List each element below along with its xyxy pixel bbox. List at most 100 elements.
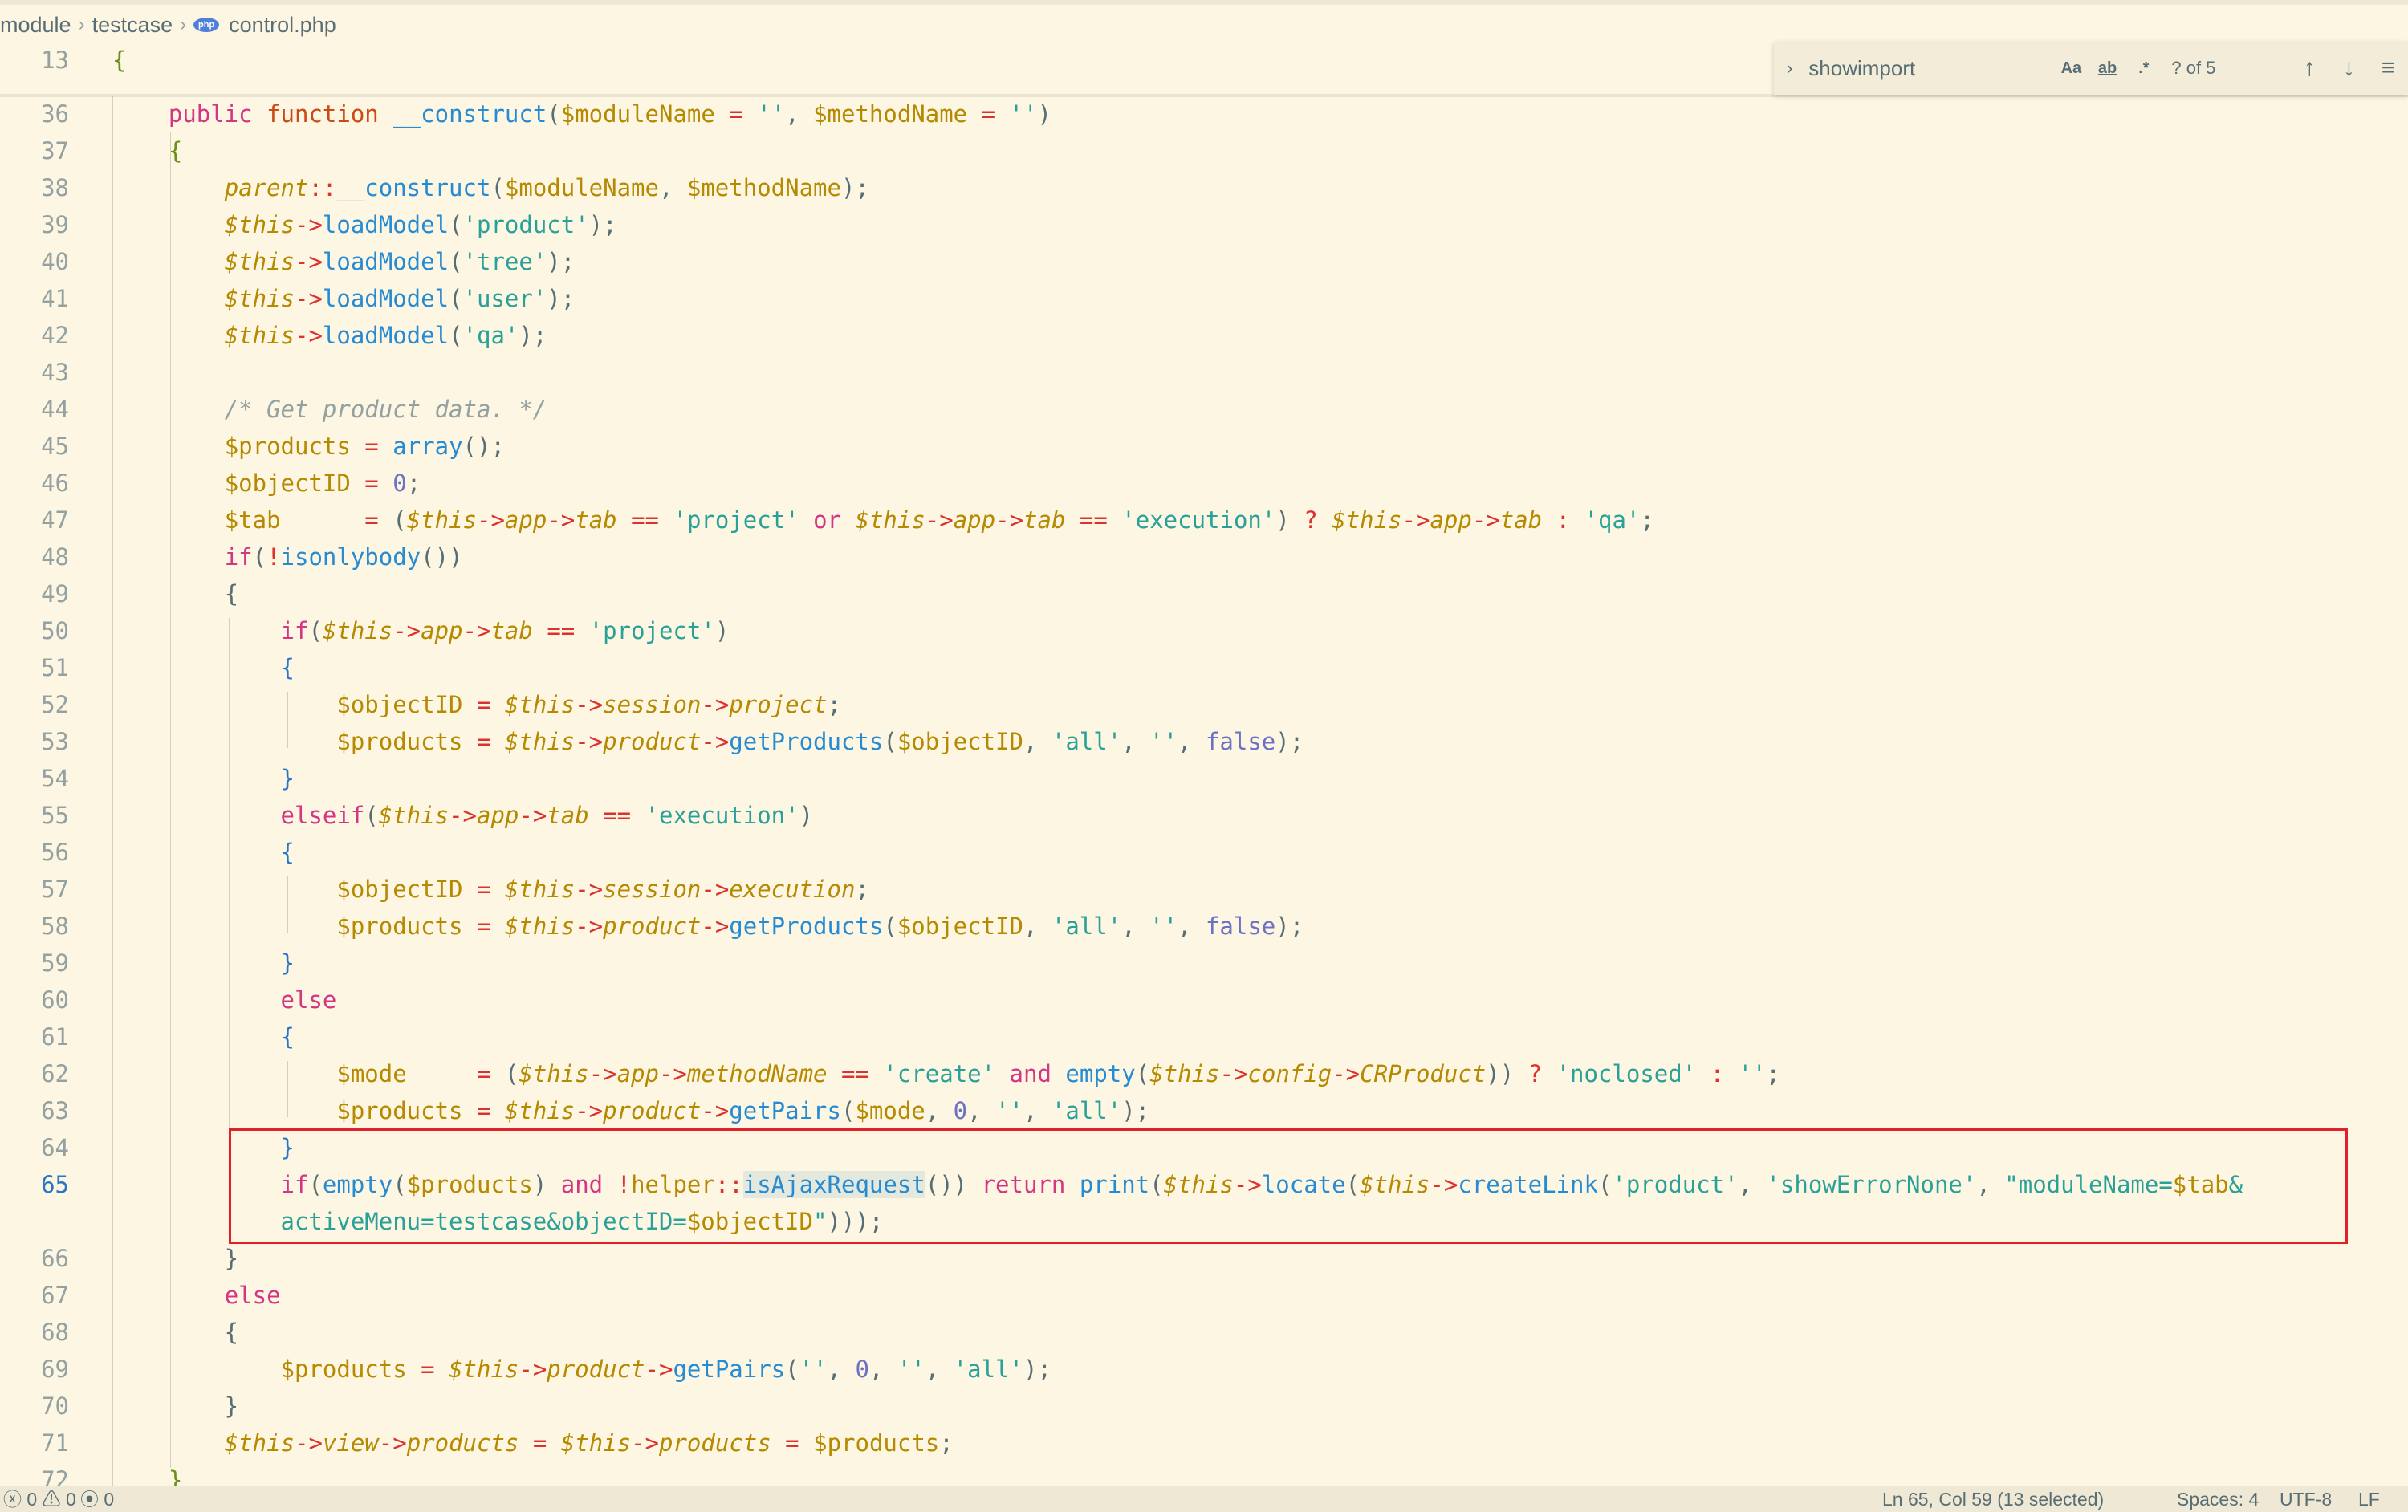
- code-editor[interactable]: 13 {36 public function __construct($modul…: [0, 0, 2408, 1494]
- find-in-selection-icon[interactable]: ≡: [2369, 55, 2408, 82]
- line-number: 54: [41, 765, 69, 792]
- line-number: 57: [41, 876, 69, 903]
- match-case-button[interactable]: Aa: [2053, 59, 2089, 78]
- arrow-up-icon[interactable]: ↑: [2290, 55, 2329, 82]
- code-line[interactable]: 64 }: [0, 1129, 2408, 1166]
- code-text: $objectID = $this->session->project;: [336, 691, 841, 718]
- code-text: {: [280, 839, 295, 866]
- code-line[interactable]: 46 $objectID = 0;: [0, 465, 2408, 502]
- line-number: 40: [41, 248, 69, 275]
- chevron-right-icon: ›: [180, 14, 187, 35]
- line-number: 50: [41, 617, 69, 644]
- code-line[interactable]: 49 {: [0, 575, 2408, 612]
- line-number: 62: [41, 1060, 69, 1087]
- line-number: 42: [41, 322, 69, 349]
- line-number: 38: [41, 174, 69, 201]
- code-text: {: [112, 1319, 239, 1346]
- code-line[interactable]: 41 $this->loadModel('user');: [0, 280, 2408, 317]
- broadcast-icon: ⦿: [80, 1489, 99, 1510]
- code-line[interactable]: 61 {: [0, 1018, 2408, 1055]
- code-text: }: [112, 1392, 239, 1420]
- line-number: 52: [41, 691, 69, 718]
- line-number: 39: [41, 211, 69, 238]
- toggle-replace-chevron-icon[interactable]: ›: [1774, 58, 1805, 79]
- encoding[interactable]: UTF-8: [2280, 1486, 2332, 1512]
- code-text: if(empty($products) and !helper::isAjaxR…: [280, 1171, 2243, 1198]
- line-number: 60: [41, 986, 69, 1014]
- cursor-position[interactable]: Ln 65, Col 59 (13 selected): [1882, 1486, 2104, 1512]
- code-line[interactable]: 55 elseif($this->app->tab == 'execution'…: [0, 797, 2408, 834]
- code-text: {: [280, 1023, 295, 1051]
- line-number: 66: [41, 1245, 69, 1272]
- errors-indicator[interactable]: ⓧ 0 ⚠ 0: [3, 1486, 76, 1512]
- code-line[interactable]: 70 }: [0, 1388, 2408, 1425]
- breadcrumb-testcase[interactable]: testcase: [92, 13, 173, 38]
- find-input[interactable]: showimport: [1805, 51, 2053, 86]
- code-line[interactable]: 58 $products = $this->product->getProduc…: [0, 908, 2408, 945]
- code-line[interactable]: 39 $this->loadModel('product');: [0, 206, 2408, 243]
- line-number: 45: [41, 433, 69, 460]
- line-number: 64: [41, 1134, 69, 1161]
- arrow-down-icon[interactable]: ↓: [2329, 55, 2369, 82]
- code-line[interactable]: 50 if($this->app->tab == 'project'): [0, 612, 2408, 649]
- warning-count: 0: [65, 1489, 76, 1510]
- line-number: 59: [41, 949, 69, 977]
- code-line[interactable]: 65 if(empty($products) and !helper::isAj…: [0, 1166, 2408, 1203]
- code-line[interactable]: 63 $products = $this->product->getPairs(…: [0, 1092, 2408, 1129]
- code-line[interactable]: 60 else: [0, 982, 2408, 1018]
- line-ending[interactable]: LF: [2358, 1486, 2380, 1512]
- code-text: if(!isonlybody()): [224, 543, 463, 571]
- code-line[interactable]: 66 }: [0, 1240, 2408, 1277]
- code-text: $this->loadModel('qa');: [224, 322, 547, 349]
- indent-guide: [112, 96, 113, 1488]
- code-line[interactable]: 45 $products = array();: [0, 428, 2408, 465]
- code-line[interactable]: 68 {: [0, 1314, 2408, 1351]
- code-line[interactable]: 38 parent::__construct($moduleName, $met…: [0, 169, 2408, 206]
- code-text: $mode = ($this->app->methodName == 'crea…: [336, 1060, 1780, 1087]
- code-line[interactable]: 47 $tab = ($this->app->tab == 'project' …: [0, 502, 2408, 539]
- code-text: $this->loadModel('tree');: [224, 248, 576, 275]
- code-text: $products = array();: [224, 433, 505, 460]
- code-line[interactable]: 71 $this->view->products = $this->produc…: [0, 1425, 2408, 1461]
- line-number: 68: [41, 1319, 69, 1346]
- code-text: {: [280, 654, 295, 681]
- code-line[interactable]: 40 $this->loadModel('tree');: [0, 243, 2408, 280]
- code-line[interactable]: 57 $objectID = $this->session->execution…: [0, 871, 2408, 908]
- error-icon: ⓧ: [3, 1489, 22, 1510]
- code-text: else: [280, 986, 337, 1014]
- code-line[interactable]: 44 /* Get product data. */: [0, 391, 2408, 428]
- line-number: 13: [41, 47, 69, 74]
- line-number: 47: [41, 506, 69, 534]
- code-line[interactable]: 53 $products = $this->product->getProduc…: [0, 723, 2408, 760]
- ports-indicator[interactable]: ⦿ 0: [80, 1486, 114, 1512]
- breadcrumb: module › testcase › php control.php: [0, 10, 336, 40]
- code-line[interactable]: 42 $this->loadModel('qa');: [0, 317, 2408, 354]
- code-text: public function __construct($moduleName …: [168, 100, 1051, 128]
- code-line[interactable]: 36 public function __construct($moduleNa…: [0, 96, 2408, 132]
- line-number: 69: [41, 1356, 69, 1383]
- code-text: {: [112, 47, 127, 74]
- code-line[interactable]: 69 $products = $this->product->getPairs(…: [0, 1351, 2408, 1388]
- breadcrumb-module[interactable]: module: [0, 13, 71, 38]
- code-line[interactable]: 52 $objectID = $this->session->project;: [0, 686, 2408, 723]
- code-line[interactable]: 54 }: [0, 760, 2408, 797]
- line-number: 58: [41, 912, 69, 940]
- breadcrumb-file[interactable]: control.php: [229, 13, 336, 38]
- code-line[interactable]: 67 else: [0, 1277, 2408, 1314]
- regex-button[interactable]: .*: [2125, 59, 2162, 78]
- code-line[interactable]: 62 $mode = ($this->app->methodName == 'c…: [0, 1055, 2408, 1092]
- line-number: 71: [41, 1429, 69, 1457]
- code-line[interactable]: 51 {: [0, 649, 2408, 686]
- whole-word-button[interactable]: ab: [2089, 59, 2125, 78]
- code-line[interactable]: 37 {: [0, 132, 2408, 169]
- code-line[interactable]: activeMenu=testcase&objectID=$objectID")…: [0, 1203, 2408, 1240]
- indentation[interactable]: Spaces: 4: [2177, 1486, 2259, 1512]
- code-text: $tab = ($this->app->tab == 'project' or …: [224, 506, 1654, 534]
- code-line[interactable]: 59 }: [0, 945, 2408, 982]
- line-number: 46: [41, 469, 69, 497]
- tab-strip: [0, 0, 2408, 5]
- code-line[interactable]: 43: [0, 354, 2408, 391]
- line-number: 48: [41, 543, 69, 571]
- code-line[interactable]: 56 {: [0, 834, 2408, 871]
- code-line[interactable]: 48 if(!isonlybody()): [0, 539, 2408, 575]
